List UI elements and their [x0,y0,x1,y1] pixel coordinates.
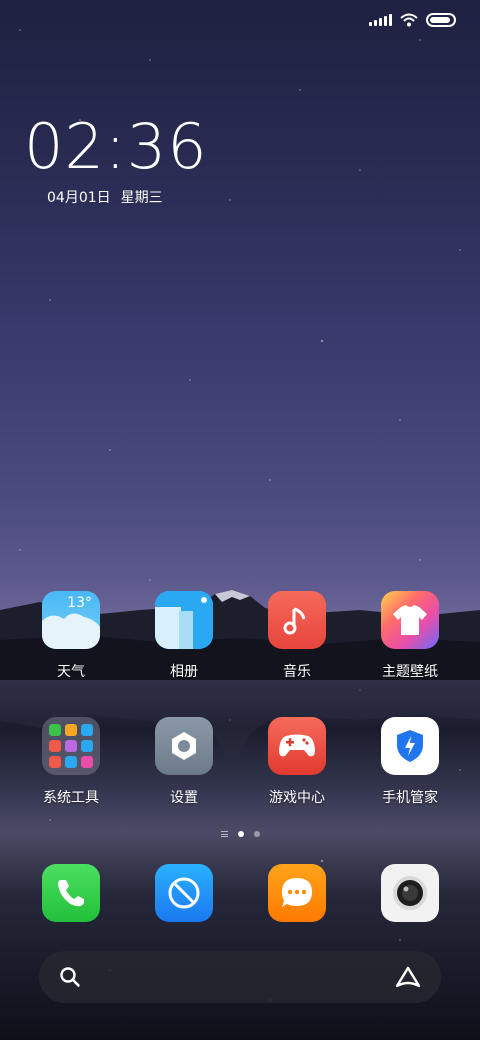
game-center-icon [268,717,326,775]
dock-messages[interactable] [242,864,352,922]
security-icon [381,717,439,775]
app-security[interactable]: 手机管家 [355,717,465,807]
search-icon[interactable] [59,966,81,988]
app-music[interactable]: 音乐 [242,591,352,681]
gallery-icon [155,591,213,649]
app-label: 系统工具 [43,790,99,806]
app-label: 设置 [170,790,198,806]
app-label: 主题壁纸 [382,664,438,680]
browser-icon [155,864,213,922]
clock-time[interactable]: 02:36 [24,112,208,182]
weekday-text: 星期三 [120,190,163,206]
folder-mini-icons [49,724,93,768]
camera-icon [381,864,439,922]
app-label: 手机管家 [382,790,438,806]
app-label: 音乐 [283,664,311,680]
dock-phone[interactable] [16,864,126,922]
folder-icon [42,717,100,775]
app-themes[interactable]: 主题壁纸 [355,591,465,681]
app-game-center[interactable]: 游戏中心 [242,717,352,807]
dock-camera[interactable] [355,864,465,922]
weather-icon: 13° [42,591,100,649]
music-icon [268,591,326,649]
app-gallery[interactable]: 相册 [129,591,239,681]
assistant-icon[interactable] [395,966,421,988]
wifi-icon [400,13,418,27]
phone-icon [42,864,100,922]
app-label: 相册 [170,664,198,680]
battery-icon [426,13,456,27]
settings-icon [155,717,213,775]
clock-date[interactable]: 04月01日 星期三 [47,187,163,207]
battery-fill [430,17,450,23]
themes-icon [381,591,439,649]
page-list-icon[interactable] [220,831,228,837]
status-bar [369,10,456,30]
date-text: 04月01日 [47,190,111,206]
dock-browser[interactable] [129,864,239,922]
messages-icon [268,864,326,922]
app-weather[interactable]: 13° 天气 [16,591,126,681]
search-bar[interactable] [39,951,441,1003]
app-label: 天气 [57,664,85,680]
page-dot[interactable] [253,831,260,837]
page-indicator [0,831,480,837]
app-label: 游戏中心 [269,790,325,806]
page-dot-active[interactable] [237,831,244,837]
app-settings[interactable]: 设置 [129,717,239,807]
app-system-tools-folder[interactable]: 系统工具 [16,717,126,807]
cellular-signal-icon [369,14,392,26]
